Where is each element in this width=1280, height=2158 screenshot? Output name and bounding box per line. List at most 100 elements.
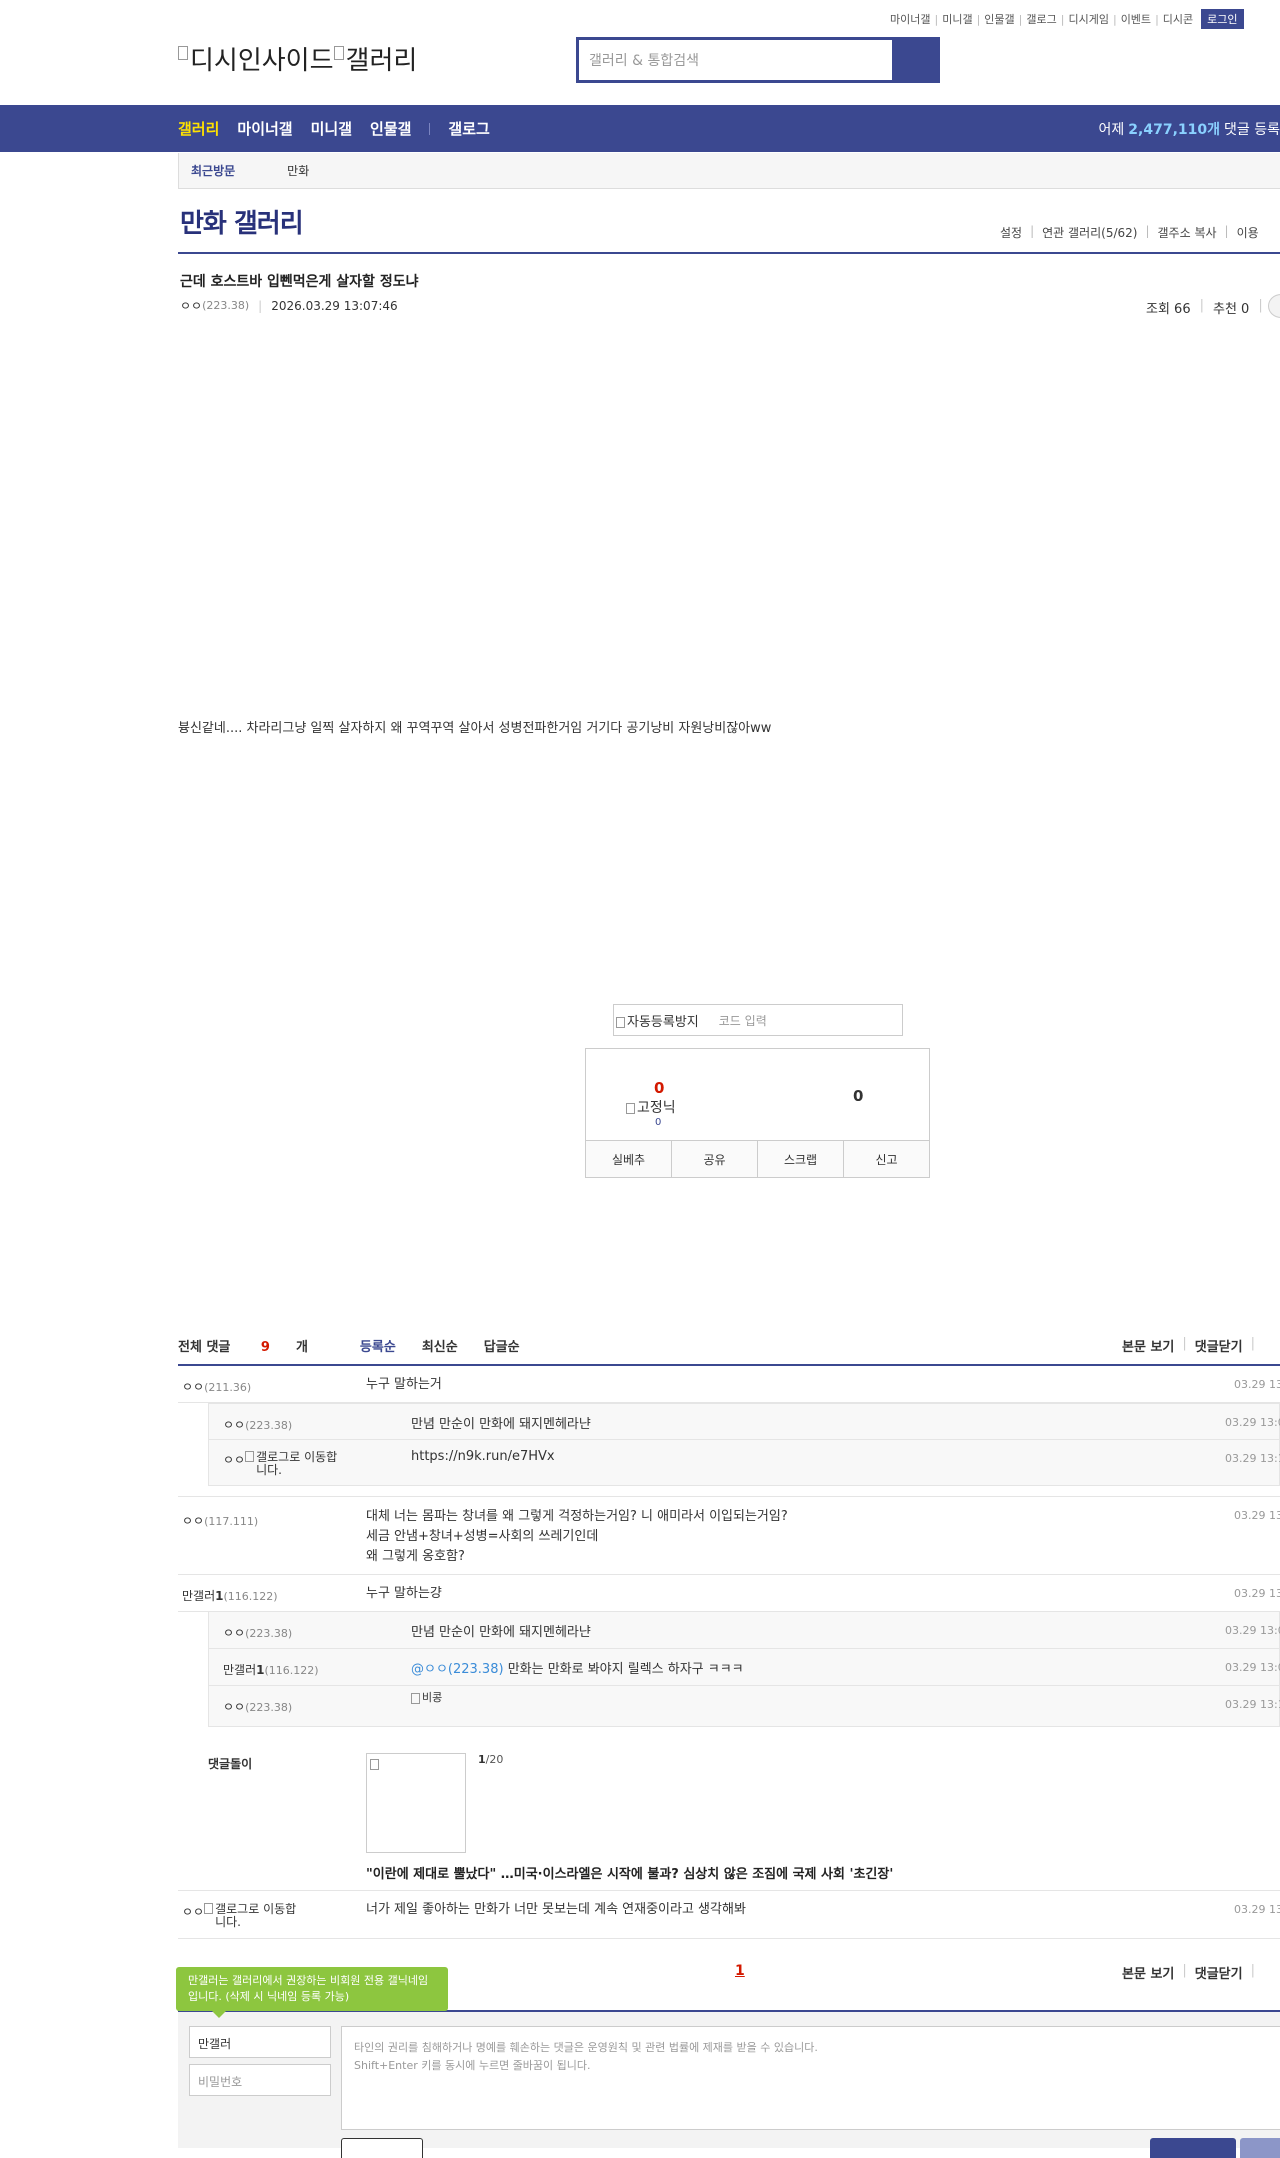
related-gallery-link[interactable]: 연관 갤러리(5/62) (1042, 224, 1137, 241)
nav-person[interactable]: 인물갤 (370, 118, 411, 139)
comment-bot-ad: 댓글돌이 1/20 "이란에 제대로 뿔났다" …미국·이스라엘은 시작에 불과… (178, 1741, 1280, 1891)
nav-minor[interactable]: 마이너갤 (237, 118, 292, 139)
fixed-nick-count: 0 (655, 1117, 662, 1128)
nav-gallery[interactable]: 갤러리 (178, 118, 219, 139)
comment-stat-value: 2,477,110개 (1128, 121, 1221, 138)
util-link-mini[interactable]: 미니갤 (942, 11, 972, 27)
reply-nick[interactable]: ㅇㅇ (223, 1418, 245, 1432)
captcha-image-alt: 자동등록방지 (627, 1014, 699, 1030)
reply-nick[interactable]: 만갤러 (223, 1663, 256, 1677)
comment-date: 03.29 13 (1234, 1378, 1280, 1391)
fixed-nick-alt: 고정닉 (637, 1100, 676, 1116)
usage-link[interactable]: 이용 (1237, 224, 1259, 241)
view-body-link[interactable]: 본문 보기 (1122, 1336, 1174, 1355)
dccon-button[interactable] (341, 2138, 423, 2158)
reply-item: ㅇㅇ(223.38) 만념 만순이 만화에 돼지멘헤라냔 03.29 13:0 (208, 1403, 1280, 1440)
broken-image-icon (245, 1451, 255, 1462)
nav-gallog[interactable]: 갤로그 (448, 118, 489, 139)
comment-bot-label: 댓글돌이 (208, 1757, 253, 1771)
ad-headline[interactable]: "이란에 제대로 뿔났다" …미국·이스라엘은 시작에 불과? 심상치 않은 조… (366, 1863, 893, 1882)
copy-address-link[interactable]: 갤주소 복사 (1158, 224, 1217, 241)
util-link-person[interactable]: 인물갤 (984, 11, 1014, 27)
comment-textarea[interactable]: 타인의 권리를 침해하거나 명예를 훼손하는 댓글은 운영원칙 및 관련 법률에… (341, 2026, 1280, 2130)
title-divider (178, 252, 1280, 254)
site-logo[interactable]: 디시인사이드 갤러리 (178, 40, 417, 77)
close-comments-link[interactable]: 댓글닫기 (1195, 1336, 1243, 1355)
reply-text: 만념 만순이 만화에 돼지멘헤라냔 (411, 1417, 591, 1432)
top-utility-links: 마이너갤 | 미니갤 | 인물갤 | 갤로그 | 디시게임 | 이벤트 | 디시콘 로그인 (890, 9, 1244, 29)
logo-gallery: 갤러리 (345, 46, 418, 76)
comment-text: 너가 제일 좋아하는 만화가 너만 못보는데 계속 연재중이라고 생각해봐 (366, 1902, 746, 1917)
submit-recommend-button[interactable] (1240, 2138, 1280, 2158)
reply-nick[interactable]: ㅇㅇ (223, 1626, 245, 1640)
comment-nick[interactable]: 만갤러 (182, 1589, 215, 1603)
recent-visit-item[interactable]: 만화 (287, 162, 309, 179)
nickname-tooltip: 만갤러는 갤러리에서 권장하는 비회원 전용 갤닉네임입니다. (삭제 시 닉네… (176, 1967, 448, 2018)
comment-total: 전체 댓글 9개 (178, 1340, 308, 1355)
sort-reply[interactable]: 답글순 (484, 1336, 520, 1355)
comments-header: 전체 댓글 9개 등록순 최신순 답글순 본문 보기 | 댓글닫기 | (178, 1336, 1255, 1355)
nav-divider (429, 122, 431, 135)
share-button[interactable]: 공유 (671, 1141, 757, 1177)
broken-image-icon (626, 1102, 635, 1114)
nav-mini[interactable]: 미니갤 (311, 118, 352, 139)
post-author[interactable]: ㅇㅇ (180, 297, 202, 314)
gallog-link[interactable]: 갤로그로 이동합니다. (215, 1903, 305, 1929)
password-input[interactable]: 비밀번호 (189, 2064, 331, 2096)
upvote-count[interactable]: 0 (654, 1079, 664, 1097)
comment-item: 만갤러1(116.122) 누구 말하는걍 03.29 13 (178, 1575, 1280, 1612)
comment-date: 03.29 13 (1234, 1587, 1280, 1600)
search-input[interactable]: 갤러리 & 통합검색 (579, 40, 895, 80)
scrap-button[interactable]: 스크랩 (757, 1141, 843, 1177)
broken-image-icon (333, 45, 344, 60)
post-date: 2026.03.29 13:07:46 (271, 298, 398, 313)
broken-image-icon (178, 45, 188, 60)
comment-nick[interactable]: ㅇㅇ (182, 1514, 204, 1528)
captcha-input[interactable]: 코드 입력 (719, 1012, 767, 1029)
post-counts: 조회 66 | 추천 0 | (1146, 298, 1263, 317)
comment-nick[interactable]: ㅇㅇ (182, 1380, 204, 1394)
sort-registered[interactable]: 등록순 (360, 1336, 396, 1355)
util-link-dccon[interactable]: 디시콘 (1163, 11, 1193, 27)
util-link-gallog[interactable]: 갤로그 (1026, 11, 1056, 27)
recent-visits-label: 최근방문 (191, 164, 236, 178)
gallery-settings-link[interactable]: 설정 (1000, 224, 1022, 241)
comment-text: 누구 말하는걍 (366, 1586, 442, 1601)
report-button[interactable]: 신고 (843, 1141, 929, 1177)
view-body-link-bottom[interactable]: 본문 보기 (1122, 1963, 1174, 1982)
reply-text[interactable]: https://n9k.run/e7HVx (411, 1449, 555, 1464)
reply-item: ㅇㅇ(223.38) 비콩 03.29 13:1 (208, 1686, 1280, 1727)
search-button[interactable] (895, 40, 937, 80)
best-recommend-button[interactable]: 실베추 (586, 1141, 671, 1177)
reply-item: ㅇㅇ 갤로그로 이동합니다. https://n9k.run/e7HVx 03.2… (208, 1440, 1280, 1486)
recommend-box: 0 고정닉 0 0 실베추 공유 스크랩 신고 (585, 1048, 930, 1178)
gallery-title[interactable]: 만화 갤러리 (180, 203, 304, 240)
ad-thumbnail[interactable] (366, 1753, 466, 1853)
broken-image-icon (411, 1692, 420, 1704)
downvote-count[interactable]: 0 (853, 1087, 863, 1105)
comment-item: ㅇㅇ 갤로그로 이동합니다. 너가 제일 좋아하는 만화가 너만 못보는데 계속 … (178, 1891, 1280, 1939)
reply-nick[interactable]: ㅇㅇ (223, 1451, 245, 1468)
comment-date: 03.29 13 (1234, 1509, 1280, 1522)
comment-page-1[interactable]: 1 (735, 1963, 745, 1979)
sort-latest[interactable]: 최신순 (422, 1336, 458, 1355)
gallog-link[interactable]: 갤로그로 이동합니다. (256, 1451, 346, 1477)
global-nav: 갤러리 마이너갤 미니갤 인물갤 갤로그 어제 2,477,110개 댓글 등록 (0, 105, 1280, 152)
comment-write-area: 만갤러 비밀번호 타인의 권리를 침해하거나 명예를 훼손하는 댓글은 운영원칙… (178, 2010, 1280, 2158)
comment-nick[interactable]: ㅇㅇ (182, 1903, 204, 1920)
util-link-game[interactable]: 디시게임 (1068, 11, 1108, 27)
captcha-box: 자동등록방지 코드 입력 (613, 1004, 903, 1036)
recent-visits-bar: 최근방문 만화 (178, 153, 1280, 189)
mention-link[interactable]: @ㅇㅇ(223.38) (411, 1662, 504, 1677)
login-button[interactable]: 로그인 (1201, 9, 1244, 29)
nickname-input[interactable]: 만갤러 (189, 2026, 331, 2058)
util-link-event[interactable]: 이벤트 (1121, 11, 1151, 27)
comment-item: ㅇㅇ(117.111) 대체 너는 몸파는 창녀를 왜 그렇게 걱정하는거임? … (178, 1496, 1280, 1575)
reply-text: @ㅇㅇ(223.38) 만화는 만화로 봐야지 릴렉스 하자구 ㅋㅋㅋ (411, 1662, 744, 1677)
reply-nick[interactable]: ㅇㅇ (223, 1700, 245, 1714)
submit-button[interactable] (1150, 2138, 1236, 2158)
reply-date: 03.29 13:0 (1225, 1416, 1280, 1429)
close-comments-link-bottom[interactable]: 댓글닫기 (1195, 1963, 1243, 1982)
gallery-links: 설정 | 연관 갤러리(5/62) | 갤주소 복사 | 이용 (1000, 224, 1259, 241)
util-link-minor[interactable]: 마이너갤 (890, 11, 930, 27)
